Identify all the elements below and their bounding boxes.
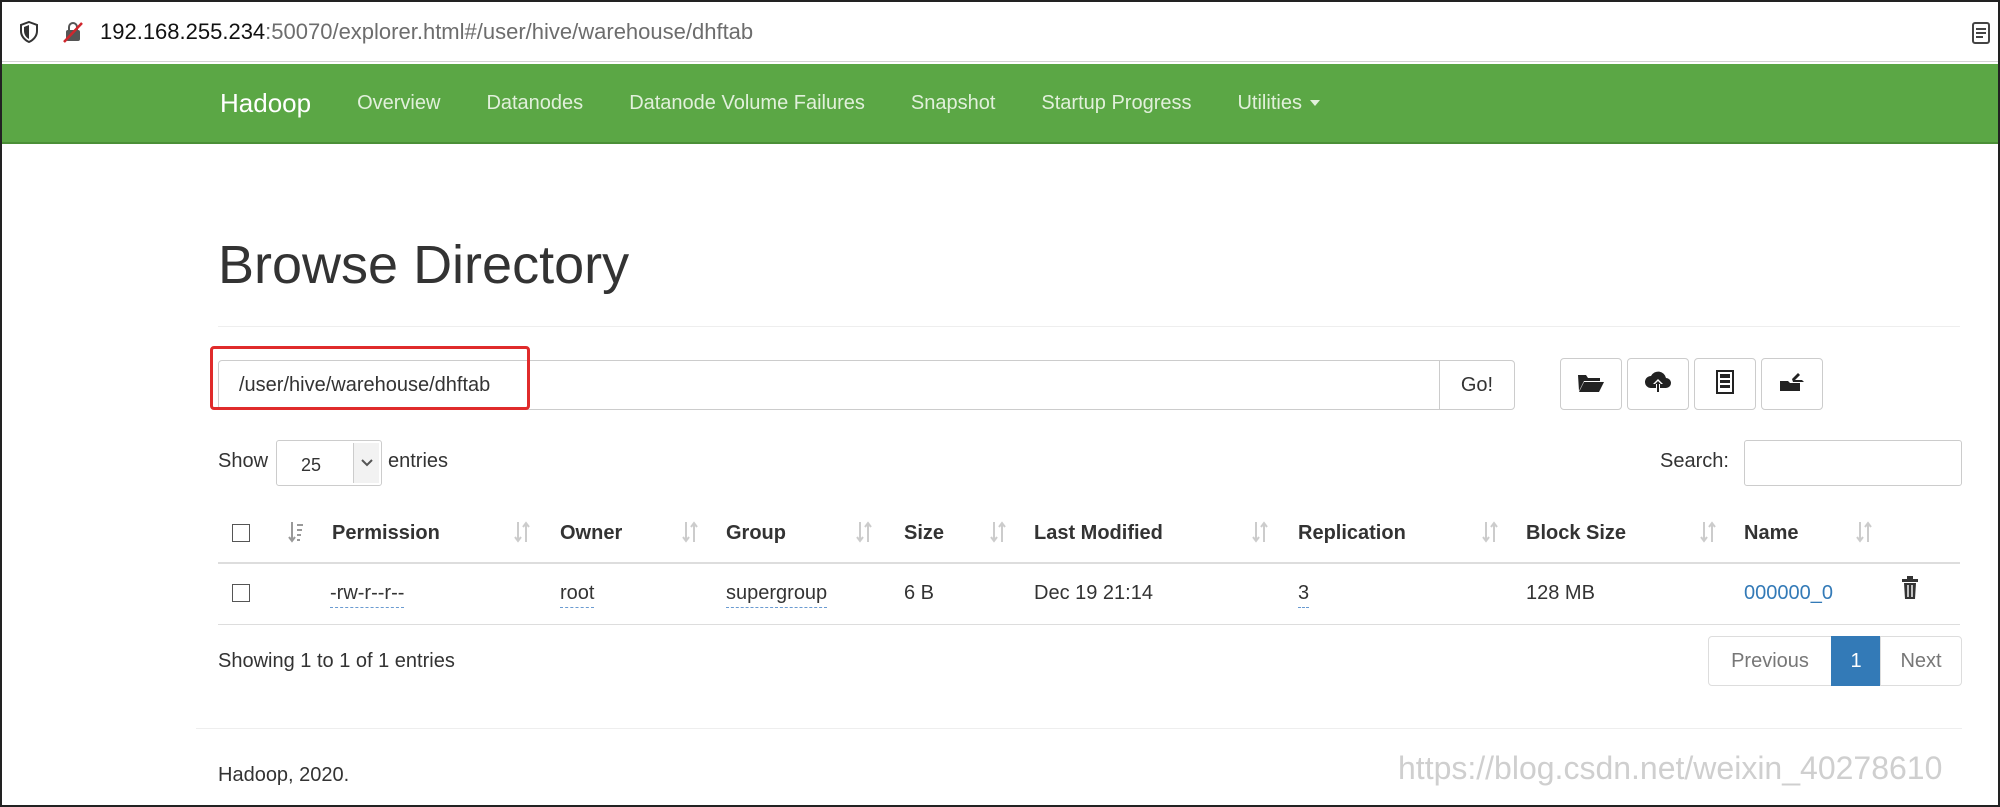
column-header-last-modified[interactable]: Last Modified <box>1034 522 1163 545</box>
search-label: Search: <box>1660 450 1729 472</box>
sort-asc-icon[interactable] <box>288 520 304 544</box>
next-page-button[interactable]: Next <box>1880 636 1962 686</box>
insecure-lock-icon[interactable] <box>60 19 86 45</box>
folder-open-icon <box>1577 371 1605 398</box>
column-header-block-size[interactable]: Block Size <box>1526 522 1626 545</box>
sort-both-icon[interactable] <box>682 520 698 544</box>
cell-size: 6 B <box>904 582 935 604</box>
sort-both-icon[interactable] <box>514 520 530 544</box>
show-entries-label: Show <box>218 450 269 472</box>
column-header-name[interactable]: Name <box>1744 522 1798 545</box>
cell-owner[interactable]: root <box>560 582 595 608</box>
navbar-brand[interactable]: Hadoop <box>220 88 311 119</box>
table-row-divider <box>218 624 1960 625</box>
column-header-owner[interactable]: Owner <box>560 522 622 545</box>
cloud-upload-icon <box>1644 370 1672 399</box>
column-header-size[interactable]: Size <box>904 522 944 545</box>
cut-button[interactable] <box>1694 358 1756 410</box>
directory-path-input[interactable] <box>218 360 1440 410</box>
title-divider <box>218 326 1960 327</box>
cell-block-size: 128 MB <box>1526 582 1595 604</box>
cell-last-modified: Dec 19 21:14 <box>1034 582 1153 604</box>
create-directory-button[interactable] <box>1560 358 1622 410</box>
nav-utilities-dropdown[interactable]: Utilities <box>1237 91 1320 115</box>
column-header-replication[interactable]: Replication <box>1298 522 1406 545</box>
chevron-down-icon[interactable] <box>353 443 379 483</box>
watermark-text: https://blog.csdn.net/weixin_40278610 <box>1398 750 1943 786</box>
cut-icon <box>1715 369 1735 399</box>
current-page-button[interactable]: 1 <box>1831 636 1881 686</box>
url-path: :50070/explorer.html#/user/hive/warehous… <box>265 18 754 44</box>
nav-startup-progress[interactable]: Startup Progress <box>1041 92 1191 115</box>
go-button[interactable]: Go! <box>1439 360 1515 410</box>
pagination-info: Showing 1 to 1 of 1 entries <box>218 650 455 672</box>
paste-button[interactable] <box>1761 358 1823 410</box>
sort-both-icon[interactable] <box>1700 520 1716 544</box>
url-host: 192.168.255.234 <box>100 18 266 44</box>
entries-select-value: 25 <box>301 455 322 475</box>
sort-both-icon[interactable] <box>856 520 872 544</box>
previous-page-button[interactable]: Previous <box>1708 636 1832 686</box>
cell-permission[interactable]: -rw-r--r-- <box>330 582 405 608</box>
column-header-permission[interactable]: Permission <box>332 522 440 545</box>
nav-datanodes[interactable]: Datanodes <box>486 92 583 115</box>
select-all-checkbox[interactable] <box>232 524 250 542</box>
nav-utilities-label: Utilities <box>1237 91 1302 114</box>
footer-text: Hadoop, 2020. <box>218 764 350 786</box>
browser-address-bar[interactable]: 192.168.255.234:50070/explorer.html#/use… <box>2 2 1998 62</box>
upload-button[interactable] <box>1627 358 1689 410</box>
entries-label: entries <box>388 450 449 472</box>
column-header-group[interactable]: Group <box>726 522 786 545</box>
paste-icon <box>1778 371 1806 398</box>
cell-replication[interactable]: 3 <box>1298 582 1310 608</box>
sort-both-icon[interactable] <box>1856 520 1872 544</box>
sort-both-icon[interactable] <box>1482 520 1498 544</box>
cell-group[interactable]: supergroup <box>726 582 828 608</box>
trash-icon[interactable] <box>1900 576 1920 600</box>
nav-overview[interactable]: Overview <box>357 92 440 115</box>
reader-view-icon[interactable] <box>1972 22 1990 44</box>
shield-icon[interactable] <box>18 20 40 44</box>
row-select-checkbox[interactable] <box>232 584 250 602</box>
sort-both-icon[interactable] <box>1252 520 1268 544</box>
url-text[interactable]: 192.168.255.234:50070/explorer.html#/use… <box>100 19 753 45</box>
page-title: Browse Directory <box>218 235 630 295</box>
caret-down-icon <box>1309 100 1320 107</box>
sort-both-icon[interactable] <box>990 520 1006 544</box>
cell-name-link[interactable]: 000000_0 <box>1744 582 1833 605</box>
entries-per-page-select[interactable]: 25 <box>276 440 382 486</box>
footer-divider <box>196 728 1962 729</box>
table-header-divider <box>218 562 1960 564</box>
search-input[interactable] <box>1744 440 1962 486</box>
top-navbar: Hadoop Overview Datanodes Datanode Volum… <box>2 64 1998 144</box>
nav-snapshot[interactable]: Snapshot <box>911 92 996 115</box>
nav-datanode-volume-failures[interactable]: Datanode Volume Failures <box>629 92 865 115</box>
